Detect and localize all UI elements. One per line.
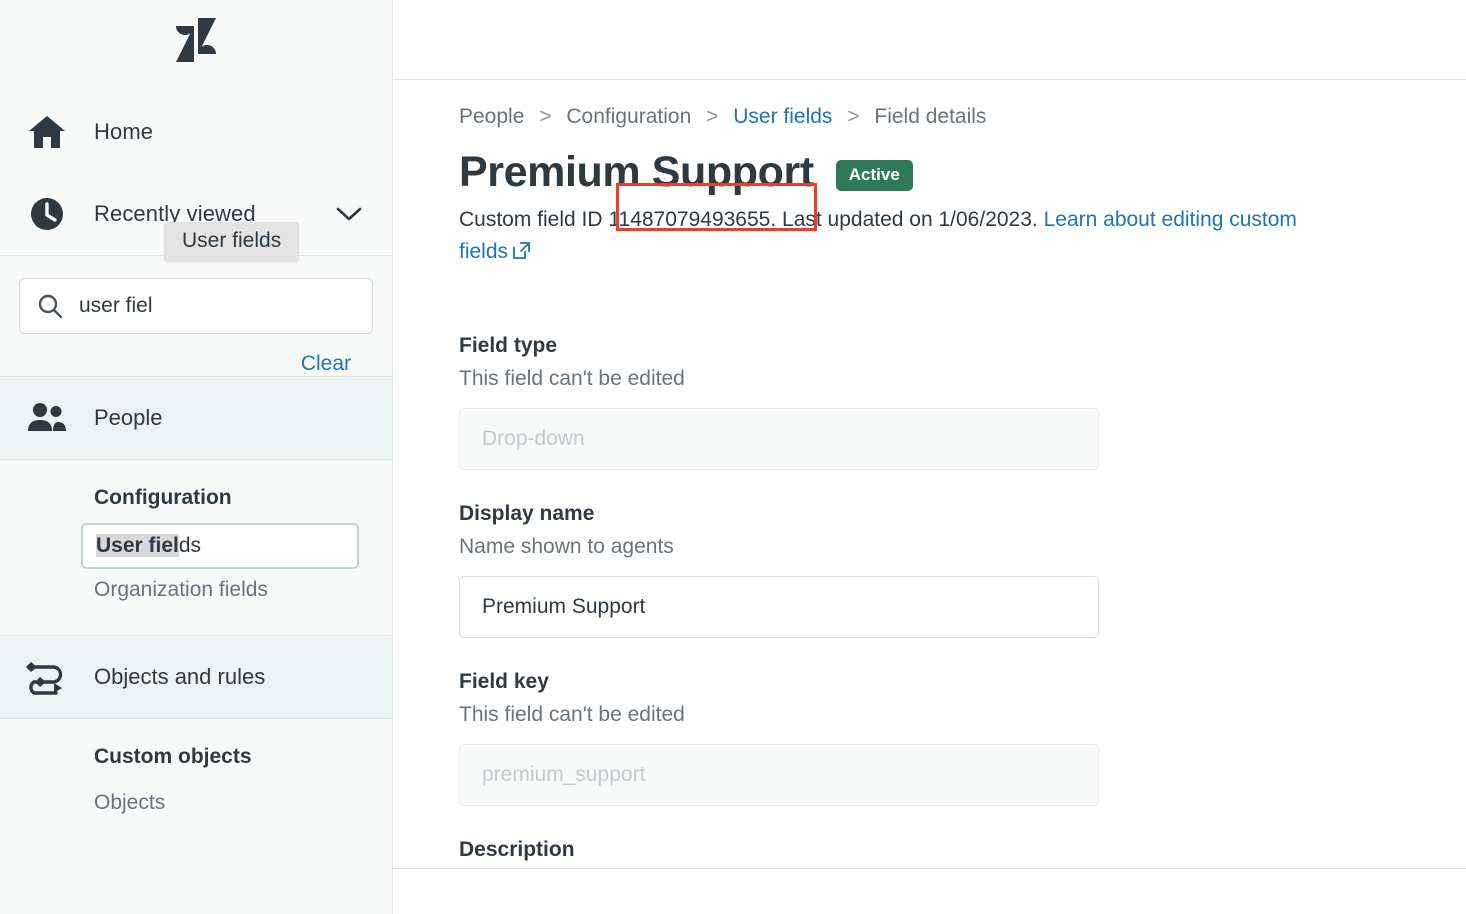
- field-details-form: Field type This field can't be edited Dr…: [459, 332, 1466, 864]
- breadcrumb-item-people[interactable]: People: [459, 105, 524, 128]
- breadcrumb-item-user-fields[interactable]: User fields: [733, 105, 832, 128]
- search-icon: [37, 293, 63, 319]
- title-row: Premium Support Active: [459, 146, 1466, 198]
- sidebar-item-objects[interactable]: Objects: [0, 782, 392, 824]
- zendesk-logo-icon: [175, 18, 217, 62]
- breadcrumb-separator: >: [706, 105, 718, 128]
- sidebar-subgroup-custom-objects: Custom objects Objects: [0, 719, 392, 848]
- clock-icon: [25, 192, 69, 236]
- breadcrumb-item-field-details: Field details: [874, 105, 986, 128]
- last-updated-text: Last updated on 1/06/2023.: [776, 208, 1043, 231]
- people-icon: [25, 396, 69, 440]
- sidebar-section-people[interactable]: People: [0, 376, 392, 460]
- breadcrumb-separator: >: [539, 105, 551, 128]
- search-highlight-b: fiel: [149, 534, 179, 557]
- sidebar-section-objects-and-rules-label: Objects and rules: [94, 664, 265, 690]
- sidebar-item-organization-fields[interactable]: Organization fields: [0, 569, 392, 611]
- description-label: Description: [459, 836, 1466, 864]
- main-panel: People > Configuration > User fields > F…: [393, 0, 1466, 914]
- display-name-hint: Name shown to agents: [459, 533, 1466, 561]
- display-name-input[interactable]: Premium Support: [459, 576, 1099, 638]
- main-content: People > Configuration > User fields > F…: [393, 80, 1466, 868]
- sidebar-item-home[interactable]: Home: [0, 91, 392, 173]
- chevron-down-icon[interactable]: [336, 206, 362, 222]
- field-key-hint: This field can't be edited: [459, 701, 1466, 729]
- field-type-hint: This field can't be edited: [459, 365, 1466, 393]
- custom-field-id-value: 11487079493655.: [608, 208, 776, 231]
- objects-and-rules-icon: [25, 655, 69, 699]
- home-icon: [25, 110, 69, 154]
- subgroup-title-configuration: Configuration: [0, 486, 392, 523]
- search-input-value: user fiel: [79, 294, 153, 318]
- external-link-icon[interactable]: [512, 238, 531, 270]
- tooltip-user-fields: User fields: [164, 222, 299, 262]
- sidebar-section-people-label: People: [94, 405, 163, 431]
- sidebar-item-user-fields-rest: ds: [179, 534, 201, 557]
- search-highlight-a: User: [96, 534, 149, 557]
- sidebar-item-home-label: Home: [94, 119, 392, 145]
- sidebar: Home Recently viewed User fi: [0, 0, 393, 914]
- field-key-label: Field key: [459, 668, 1466, 696]
- subgroup-title-custom-objects: Custom objects: [0, 745, 392, 782]
- sidebar-search-area: User fields user fiel Clear: [0, 256, 392, 376]
- form-group-description: Description: [459, 836, 1466, 864]
- field-type-label: Field type: [459, 332, 1466, 360]
- sidebar-section-objects-and-rules[interactable]: Objects and rules: [0, 635, 392, 719]
- zendesk-logo[interactable]: [0, 0, 392, 79]
- form-group-field-key: Field key This field can't be edited pre…: [459, 668, 1466, 806]
- breadcrumb-separator: >: [847, 105, 859, 128]
- breadcrumb: People > Configuration > User fields > F…: [459, 102, 1466, 132]
- field-type-input: Drop-down: [459, 408, 1099, 470]
- field-meta-line: Custom field ID 11487079493655. Last upd…: [459, 204, 1329, 270]
- breadcrumb-item-configuration[interactable]: Configuration: [566, 105, 691, 128]
- footer-divider: [393, 868, 1466, 869]
- search-input[interactable]: user fiel: [19, 278, 373, 334]
- clear-search-button[interactable]: Clear: [301, 352, 351, 375]
- clear-row: Clear: [19, 334, 373, 376]
- display-name-label: Display name: [459, 500, 1466, 528]
- footer-area: [393, 869, 1466, 914]
- field-key-input: premium_support: [459, 744, 1099, 806]
- page-title: Premium Support: [459, 146, 814, 198]
- custom-field-id-prefix: Custom field ID: [459, 208, 608, 231]
- status-badge: Active: [836, 160, 913, 191]
- sidebar-subgroup-configuration: Configuration User fields Organization f…: [0, 460, 392, 635]
- form-group-display-name: Display name Name shown to agents Premiu…: [459, 500, 1466, 638]
- form-group-field-type: Field type This field can't be edited Dr…: [459, 332, 1466, 470]
- app-root: Home Recently viewed User fi: [0, 0, 1466, 914]
- sidebar-item-user-fields[interactable]: User fields: [81, 523, 359, 569]
